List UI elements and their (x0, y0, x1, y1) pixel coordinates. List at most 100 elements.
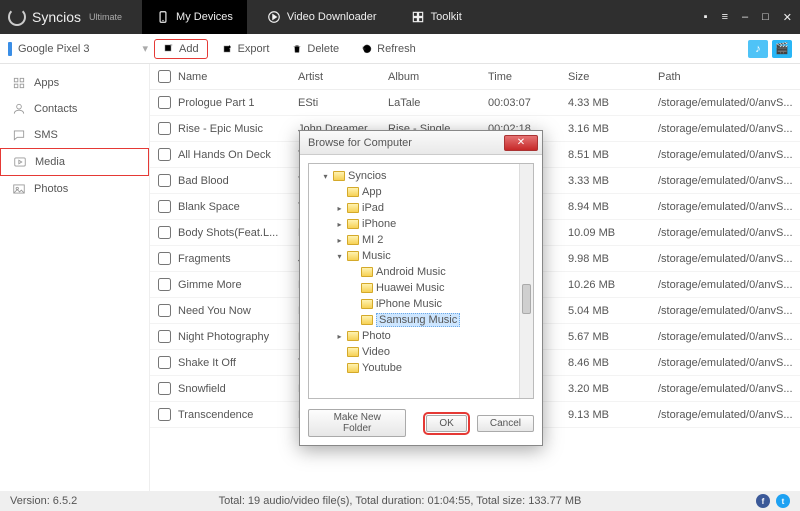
add-button[interactable]: Add (154, 39, 208, 59)
ok-button[interactable]: OK (426, 415, 466, 432)
expand-icon[interactable]: ▾ (335, 252, 344, 261)
tree-label: Syncios (348, 170, 387, 182)
tree-node[interactable]: ▸ Photo (311, 328, 531, 344)
tree-node[interactable]: ▸MI 2 (311, 232, 531, 248)
folder-icon (333, 171, 345, 181)
export-icon (222, 43, 234, 55)
expand-icon[interactable]: ▸ (335, 220, 344, 229)
delete-button[interactable]: Delete (283, 40, 347, 58)
cell-size: 5.67 MB (568, 331, 658, 343)
apps-icon (12, 76, 26, 90)
tree-node[interactable]: iPhone Music (311, 296, 531, 312)
tree-node[interactable]: Android Music (311, 264, 531, 280)
tree-node[interactable]: Video (311, 344, 531, 360)
folder-icon (347, 203, 359, 213)
row-checkbox[interactable] (158, 278, 171, 291)
sidebar-label: Apps (34, 77, 59, 89)
cell-size: 10.09 MB (568, 227, 658, 239)
facebook-icon[interactable]: f (756, 494, 770, 508)
select-all-checkbox[interactable] (158, 70, 171, 83)
tree-scrollbar[interactable] (519, 164, 533, 398)
dialog-titlebar[interactable]: Browse for Computer ✕ (300, 131, 542, 155)
close-icon[interactable]: ✕ (783, 11, 792, 24)
folder-icon (361, 299, 373, 309)
cell-name: Prologue Part 1 (178, 97, 298, 109)
statusbar: Version: 6.5.2 Total: 19 audio/video fil… (0, 491, 800, 511)
folder-icon (361, 315, 373, 325)
col-artist[interactable]: Artist (298, 71, 388, 83)
sidebar-item-apps[interactable]: Apps (0, 70, 149, 96)
expand-icon[interactable]: ▾ (321, 172, 330, 181)
sms-icon (12, 128, 26, 142)
tree-label: Android Music (376, 266, 446, 278)
folder-icon (347, 347, 359, 357)
tree-node[interactable]: Huawei Music (311, 280, 531, 296)
col-path[interactable]: Path (658, 71, 800, 83)
dialog-close-button[interactable]: ✕ (504, 135, 538, 151)
row-checkbox[interactable] (158, 304, 171, 317)
tab-toolkit[interactable]: Toolkit (397, 0, 476, 34)
sidebar-item-media[interactable]: Media (0, 148, 149, 176)
cell-time: 00:03:07 (488, 97, 568, 109)
menu-icon[interactable]: ≡ (722, 11, 728, 24)
col-name[interactable]: Name (178, 71, 298, 83)
row-checkbox[interactable] (158, 122, 171, 135)
device-selector[interactable]: Google Pixel 3 ▾ (8, 42, 148, 56)
music-view-icon[interactable]: ♪ (748, 40, 768, 58)
folder-tree[interactable]: ▾ Syncios App▸iPad▸iPhone▸MI 2▾Music Androi… (308, 163, 534, 399)
tab-video-downloader[interactable]: Video Downloader (253, 0, 391, 34)
sidebar-item-contacts[interactable]: Contacts (0, 96, 149, 122)
maximize-icon[interactable]: □ (762, 11, 769, 24)
twitter-icon[interactable]: t (776, 494, 790, 508)
expand-icon[interactable]: ▸ (335, 204, 344, 213)
row-checkbox[interactable] (158, 226, 171, 239)
tree-node[interactable]: ▾Music (311, 248, 531, 264)
col-album[interactable]: Album (388, 71, 488, 83)
sidebar-label: SMS (34, 129, 58, 141)
row-checkbox[interactable] (158, 330, 171, 343)
tree-node[interactable]: Samsung Music (311, 312, 531, 328)
toolkit-icon (411, 10, 425, 24)
folder-icon (347, 235, 359, 245)
table-row[interactable]: Prologue Part 1 ESti LaTale 00:03:07 4.3… (150, 90, 800, 116)
row-checkbox[interactable] (158, 148, 171, 161)
feedback-icon[interactable]: ▪ (704, 11, 708, 24)
tree-node[interactable]: ▸iPhone (311, 216, 531, 232)
col-time[interactable]: Time (488, 71, 568, 83)
folder-icon (347, 251, 359, 261)
row-checkbox[interactable] (158, 96, 171, 109)
tab-label: My Devices (176, 11, 233, 23)
dialog-title: Browse for Computer (308, 137, 412, 149)
refresh-button[interactable]: Refresh (353, 40, 424, 58)
tree-node[interactable]: ▸iPad (311, 200, 531, 216)
sidebar-item-photos[interactable]: Photos (0, 176, 149, 202)
row-checkbox[interactable] (158, 408, 171, 421)
brand: Syncios Ultimate (8, 8, 122, 26)
tree-node[interactable]: Youtube (311, 360, 531, 376)
make-folder-button[interactable]: Make New Folder (308, 409, 406, 437)
cell-name: Shake It Off (178, 357, 298, 369)
row-checkbox[interactable] (158, 252, 171, 265)
minimize-icon[interactable]: – (742, 11, 748, 24)
folder-icon (347, 219, 359, 229)
col-size[interactable]: Size (568, 71, 658, 83)
tree-label: Photo (362, 330, 391, 342)
dialog-body: ▾ Syncios App▸iPad▸iPhone▸MI 2▾Music Androi… (300, 155, 542, 445)
row-checkbox[interactable] (158, 174, 171, 187)
sidebar-item-sms[interactable]: SMS (0, 122, 149, 148)
cell-name: Snowfield (178, 383, 298, 395)
row-checkbox[interactable] (158, 200, 171, 213)
add-icon (163, 43, 175, 55)
row-checkbox[interactable] (158, 356, 171, 369)
cancel-button[interactable]: Cancel (477, 415, 534, 432)
tab-my-devices[interactable]: My Devices (142, 0, 247, 34)
expand-icon[interactable]: ▸ (335, 332, 344, 341)
scroll-thumb[interactable] (522, 284, 531, 314)
cell-size: 5.04 MB (568, 305, 658, 317)
tree-node[interactable]: ▾ Syncios (311, 168, 531, 184)
video-view-icon[interactable]: 🎬 (772, 40, 792, 58)
export-button[interactable]: Export (214, 40, 278, 58)
expand-icon[interactable]: ▸ (335, 236, 344, 245)
tree-node[interactable]: App (311, 184, 531, 200)
row-checkbox[interactable] (158, 382, 171, 395)
